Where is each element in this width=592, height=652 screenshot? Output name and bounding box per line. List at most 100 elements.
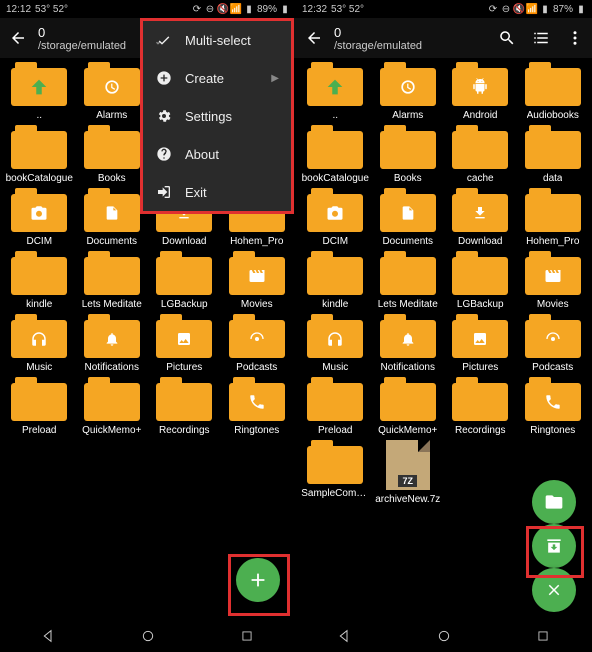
folder-alarms[interactable]: Alarms (373, 62, 444, 121)
folder-documents[interactable]: Documents (373, 188, 444, 247)
folder-label: Podcasts (532, 362, 573, 373)
folder-documents[interactable]: Documents (77, 188, 148, 247)
battery-icon: ▮ (576, 4, 586, 14)
path-text: /storage/emulated (334, 40, 488, 52)
folder-movies[interactable]: Movies (222, 251, 293, 310)
view-button[interactable] (532, 29, 550, 47)
battery-icon: ▮ (280, 4, 290, 14)
folder-quickmemo[interactable]: QuickMemo+ (373, 377, 444, 436)
back-button[interactable] (8, 28, 28, 48)
folder-pictures[interactable]: Pictures (445, 314, 516, 373)
folder-label: Documents (86, 236, 137, 247)
fab-new-folder[interactable] (532, 480, 576, 524)
folder-label: SampleCompression (301, 488, 369, 499)
folder-ringtones[interactable]: Ringtones (222, 377, 293, 436)
folder-label: Notifications (381, 362, 435, 373)
search-button[interactable] (498, 29, 516, 47)
folder-preload[interactable]: Preload (4, 377, 75, 436)
menu-multiselect[interactable]: Multi-select (143, 21, 291, 59)
folder-up[interactable]: .. (4, 62, 75, 121)
nav-home[interactable] (128, 626, 168, 646)
folder-download[interactable]: Download (445, 188, 516, 247)
folder-samplecompression[interactable]: SampleCompression (300, 440, 371, 505)
folder-notifications[interactable]: Notifications (373, 314, 444, 373)
folder-music[interactable]: Music (4, 314, 75, 373)
fab-archive[interactable] (532, 524, 576, 568)
folder-notifications[interactable]: Notifications (77, 314, 148, 373)
menu-create[interactable]: Create ▶ (143, 59, 291, 97)
status-temp: 53° 52° (35, 4, 68, 15)
folder-ringtones[interactable]: Ringtones (518, 377, 589, 436)
folder-books[interactable]: Books (77, 125, 148, 184)
folder-label: Books (98, 173, 126, 184)
mute-icon: 🔇 (514, 4, 524, 14)
folder-lgbackup[interactable]: LGBackup (445, 251, 516, 310)
nav-back[interactable] (29, 626, 69, 646)
folder-recordings[interactable]: Recordings (149, 377, 220, 436)
folder-letsmeditate[interactable]: Lets Meditate (77, 251, 148, 310)
file-archive[interactable]: 7Z archiveNew.7z (373, 440, 444, 505)
file-badge: 7Z (398, 475, 417, 487)
folder-label: DCIM (26, 236, 52, 247)
folder-kindle[interactable]: kindle (300, 251, 371, 310)
folder-up[interactable]: .. (300, 62, 371, 121)
signal-icon: ▮ (244, 4, 254, 14)
fab-close[interactable] (532, 568, 576, 612)
folder-pictures[interactable]: Pictures (149, 314, 220, 373)
folder-hohem[interactable]: Hohem_Pro (518, 188, 589, 247)
folder-alarms[interactable]: Alarms (77, 62, 148, 121)
folder-audiobooks[interactable]: Audiobooks (518, 62, 589, 121)
folder-podcasts[interactable]: Podcasts (518, 314, 589, 373)
folder-books[interactable]: Books (373, 125, 444, 184)
folder-lgbackup[interactable]: LGBackup (149, 251, 220, 310)
folder-android[interactable]: Android (445, 62, 516, 121)
nav-home[interactable] (424, 626, 464, 646)
menu-exit[interactable]: Exit (143, 173, 291, 211)
status-time: 12:12 (6, 4, 31, 15)
folder-label: Recordings (455, 425, 506, 436)
signal-icon: ▮ (540, 4, 550, 14)
sync-icon: ⟳ (192, 4, 202, 14)
phone-left: 12:12 53° 52° ⟳ ⊖ 🔇 📶 ▮ 89% ▮ 0 /storage… (0, 0, 296, 652)
folder-label: Movies (241, 299, 273, 310)
folder-label: kindle (26, 299, 52, 310)
folder-label: DCIM (322, 236, 348, 247)
folder-movies[interactable]: Movies (518, 251, 589, 310)
help-icon (155, 145, 173, 163)
folder-cache[interactable]: cache (445, 125, 516, 184)
folder-letsmeditate[interactable]: Lets Meditate (373, 251, 444, 310)
folder-label: .. (36, 110, 42, 121)
menu-label: About (185, 147, 219, 162)
plus-circle-icon (155, 69, 173, 87)
folder-label: LGBackup (457, 299, 504, 310)
folder-label: Books (394, 173, 422, 184)
menu-settings[interactable]: Settings (143, 97, 291, 135)
folder-bookcatalogue[interactable]: bookCatalogue (4, 125, 75, 184)
folder-podcasts[interactable]: Podcasts (222, 314, 293, 373)
folder-dcim[interactable]: DCIM (4, 188, 75, 247)
folder-label: Music (26, 362, 52, 373)
menu-label: Settings (185, 109, 232, 124)
back-button[interactable] (304, 28, 324, 48)
menu-about[interactable]: About (143, 135, 291, 173)
wifi-icon: 📶 (231, 4, 241, 14)
folder-recordings[interactable]: Recordings (445, 377, 516, 436)
folder-label: Lets Meditate (82, 299, 142, 310)
fab-add[interactable] (236, 558, 280, 602)
folder-data[interactable]: data (518, 125, 589, 184)
folder-kindle[interactable]: kindle (4, 251, 75, 310)
folder-quickmemo[interactable]: QuickMemo+ (77, 377, 148, 436)
folder-bookcatalogue[interactable]: bookCatalogue (300, 125, 371, 184)
folder-preload[interactable]: Preload (300, 377, 371, 436)
folder-music[interactable]: Music (300, 314, 371, 373)
folder-label: Ringtones (530, 425, 575, 436)
folder-label: Pictures (166, 362, 202, 373)
mute-icon: 🔇 (218, 4, 228, 14)
overflow-button[interactable] (566, 29, 584, 47)
nav-back[interactable] (325, 626, 365, 646)
nav-recent[interactable] (227, 626, 267, 646)
battery-text: 89% (257, 4, 277, 15)
folder-label: kindle (322, 299, 348, 310)
folder-dcim[interactable]: DCIM (300, 188, 371, 247)
nav-recent[interactable] (523, 626, 563, 646)
